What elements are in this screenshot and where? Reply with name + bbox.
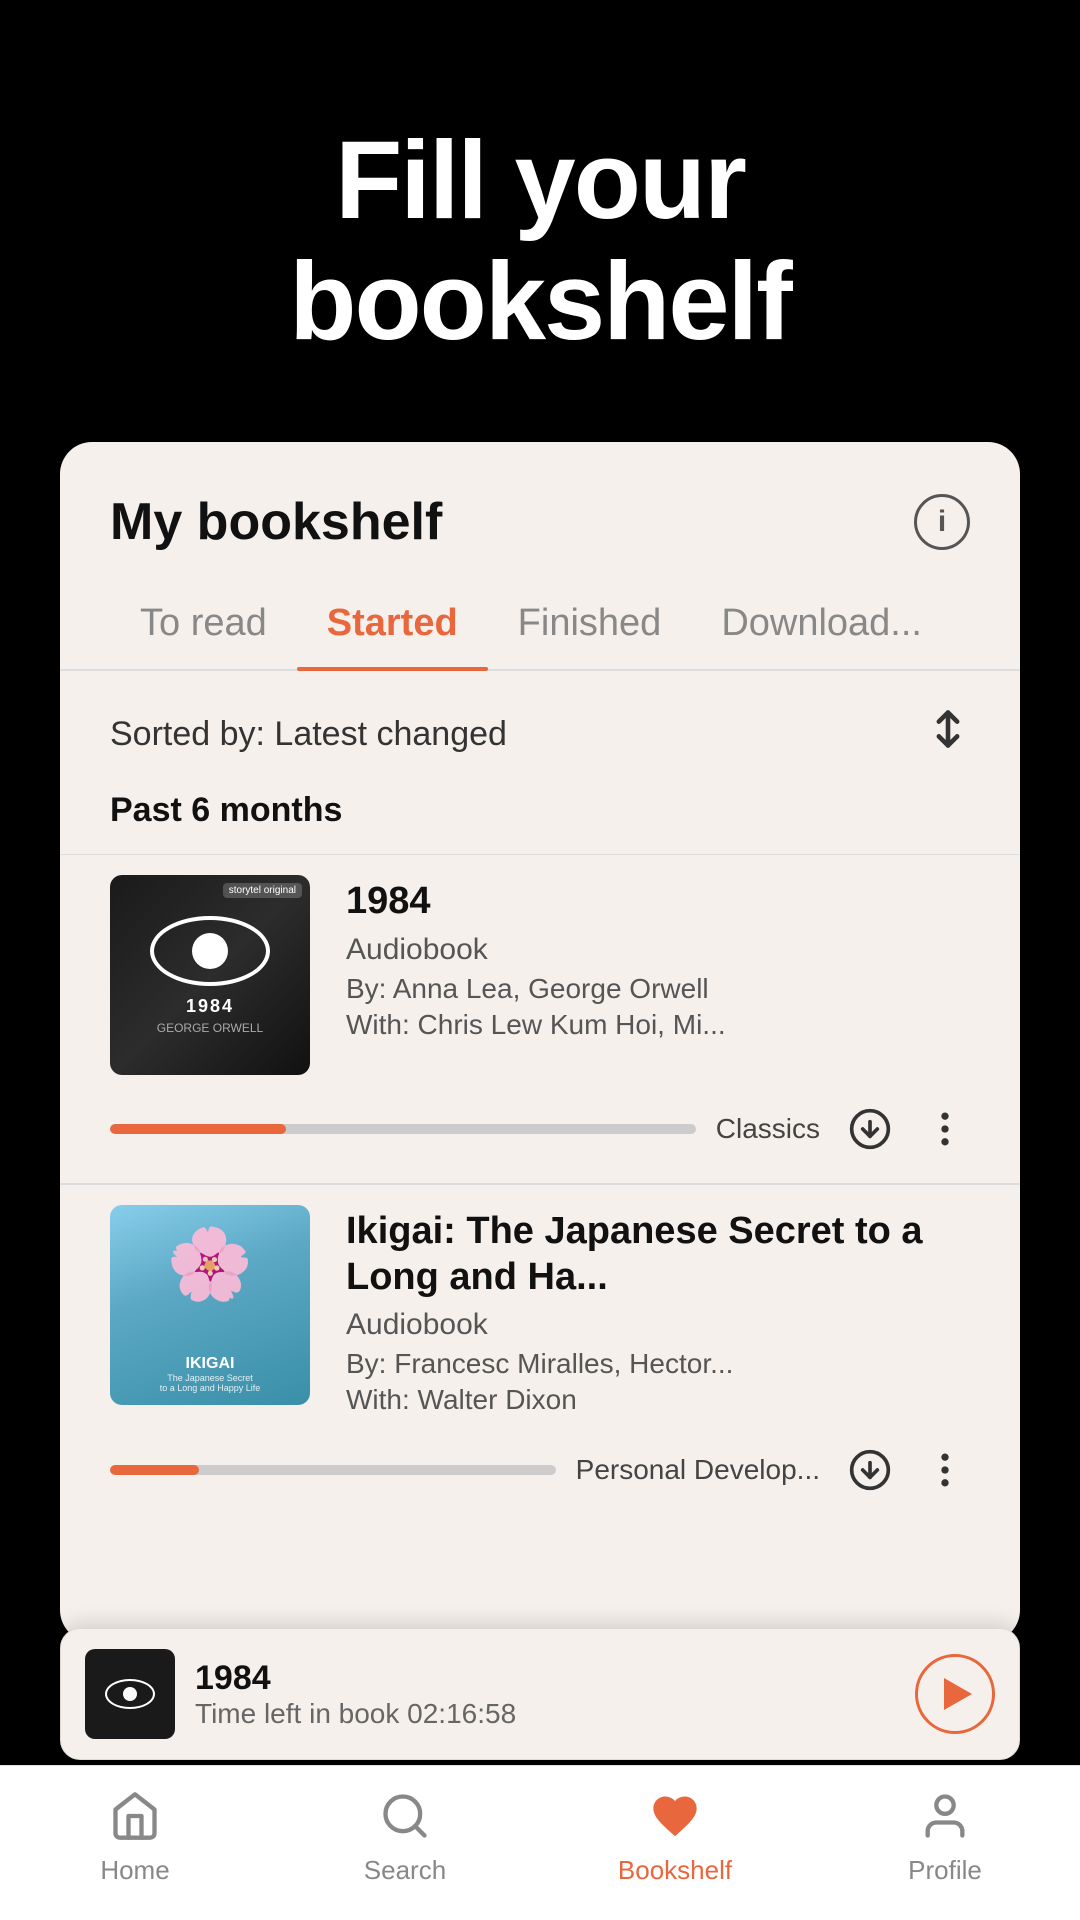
book-author: By: Anna Lea, George Orwell [346,973,970,1005]
tab-to-read[interactable]: To read [110,582,297,669]
hero-section: Fill your bookshelf [0,0,1080,442]
progress-fill [110,1124,286,1134]
home-label: Home [100,1855,169,1886]
np-eye-icon [105,1679,155,1709]
np-title: 1984 [195,1659,895,1698]
book-row: 🌸 IKIGAI The Japanese Secretto a Long an… [110,1205,970,1416]
book-title: 1984 [346,879,970,925]
book-title: Ikigai: The Japanese Secret to a Long an… [346,1209,970,1300]
sort-label: Sorted by: Latest changed [110,715,507,754]
book-footer-ikigai: Personal Develop... [110,1416,970,1524]
nav-item-search[interactable]: Search [270,1790,540,1886]
search-label: Search [364,1855,446,1886]
sort-bar: Sorted by: Latest changed [60,671,1020,781]
book-cover-1984[interactable]: storytel original 1984 GEORGE ORWELL [110,875,310,1075]
progress-fill [110,1465,199,1475]
profile-icon [919,1790,971,1847]
search-icon [379,1790,431,1847]
book-row: storytel original 1984 GEORGE ORWELL 198… [110,875,970,1075]
info-button[interactable]: i [914,494,970,550]
card-header: My bookshelf i [60,442,1020,582]
book-footer-1984: Classics [110,1075,970,1183]
download-button-ikigai[interactable] [840,1440,900,1500]
tab-downloads[interactable]: Download... [691,582,952,669]
tab-finished[interactable]: Finished [488,582,692,669]
book-info-ikigai: Ikigai: The Japanese Secret to a Long an… [346,1205,970,1416]
play-icon [944,1678,972,1710]
book-info-1984: 1984 Audiobook By: Anna Lea, George Orwe… [346,875,970,1041]
book-author: By: Francesc Miralles, Hector... [346,1348,970,1380]
bottom-nav: Home Search Bookshelf Profile [0,1765,1080,1920]
book-type: Audiobook [346,933,970,967]
section-label: Past 6 months [60,781,1020,854]
nav-item-bookshelf[interactable]: Bookshelf [540,1790,810,1886]
ikigai-decoration: 🌸 [110,1205,310,1325]
book-cover-ikigai[interactable]: 🌸 IKIGAI The Japanese Secretto a Long an… [110,1205,310,1405]
hero-title: Fill your bookshelf [60,120,1020,362]
np-time: Time left in book 02:16:58 [195,1698,895,1730]
book-narrator: With: Chris Lew Kum Hoi, Mi... [346,1009,970,1041]
bookshelf-icon [649,1790,701,1847]
genre-label: Classics [716,1113,820,1145]
cover-title: 1984 [186,996,234,1017]
genre-label: Personal Develop... [576,1454,820,1486]
bookshelf-label: Bookshelf [618,1855,732,1886]
cover-author: GEORGE ORWELL [157,1021,263,1035]
progress-bar-1984 [110,1124,696,1134]
tabs-container: To read Started Finished Download... [60,582,1020,671]
now-playing-info: 1984 Time left in book 02:16:58 [195,1659,895,1730]
now-playing-cover [85,1649,175,1739]
tab-started[interactable]: Started [297,582,488,669]
bookshelf-card: My bookshelf i To read Started Finished … [60,442,1020,1642]
book-item-ikigai: 🌸 IKIGAI The Japanese Secretto a Long an… [60,1184,1020,1524]
now-playing-bar: 1984 Time left in book 02:16:58 [60,1628,1020,1760]
book-type: Audiobook [346,1308,970,1342]
nav-item-profile[interactable]: Profile [810,1790,1080,1886]
nav-item-home[interactable]: Home [0,1790,270,1886]
more-button-1984[interactable] [920,1099,970,1159]
download-button-1984[interactable] [840,1099,900,1159]
profile-label: Profile [908,1855,982,1886]
home-icon [109,1790,161,1847]
book-narrator: With: Walter Dixon [346,1384,970,1416]
eye-icon [150,916,270,986]
book-item-1984: storytel original 1984 GEORGE ORWELL 198… [60,854,1020,1183]
card-title: My bookshelf [110,492,442,552]
sort-icon[interactable] [926,707,970,761]
more-button-ikigai[interactable] [920,1440,970,1500]
progress-bar-ikigai [110,1465,556,1475]
play-button[interactable] [915,1654,995,1734]
